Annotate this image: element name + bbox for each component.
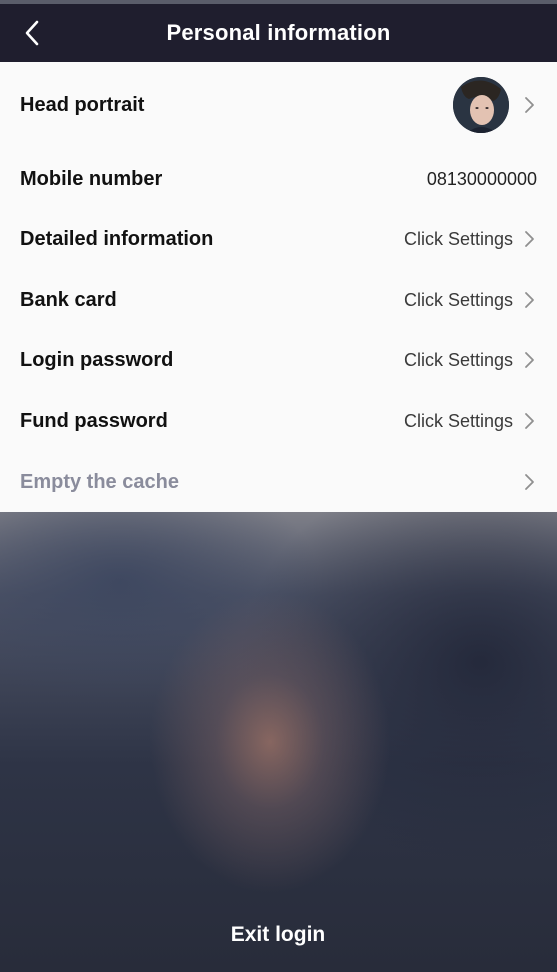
back-button[interactable] [12,4,52,62]
row-login-password[interactable]: Login password Click Settings [0,333,557,387]
row-head-portrait[interactable]: Head portrait [0,76,557,134]
avatar-portrait [453,77,509,133]
row-mobile-number: Mobile number 08130000000 [0,152,557,206]
mobile-number-value: 08130000000 [426,168,537,189]
row-label: Login password [20,348,174,371]
row-value: Click Settings [403,349,513,370]
avatar[interactable] [453,77,509,133]
row-bank-card[interactable]: Bank card Click Settings [0,273,557,327]
row-label: Mobile number [20,167,163,190]
chevron-right-icon [525,413,534,429]
settings-list: Head portrait Mobile number 08130000000 [0,62,557,512]
blurred-background [0,512,557,972]
row-value: Click Settings [403,228,513,249]
app-screen: Personal information Head portrait Mobil… [0,0,557,972]
chevron-right-icon [525,352,534,368]
row-label: Detailed information [20,227,214,250]
row-value: Click Settings [403,289,513,310]
row-label: Head portrait [20,93,145,116]
chevron-right-icon [525,292,534,308]
chevron-left-icon [25,20,39,46]
row-label: Bank card [20,288,117,311]
page-title: Personal information [166,20,391,45]
row-empty-cache[interactable]: Empty the cache [0,455,557,509]
row-detailed-information[interactable]: Detailed information Click Settings [0,212,557,266]
row-label: Empty the cache [20,470,179,493]
header-bar: Personal information [0,4,557,62]
chevron-right-icon [525,97,534,113]
chevron-right-icon [525,231,534,247]
row-label: Fund password [20,409,168,432]
row-fund-password[interactable]: Fund password Click Settings [0,394,557,448]
exit-login-button[interactable]: Exit login [178,910,378,960]
chevron-right-icon [525,474,534,490]
row-value: Click Settings [403,410,513,431]
